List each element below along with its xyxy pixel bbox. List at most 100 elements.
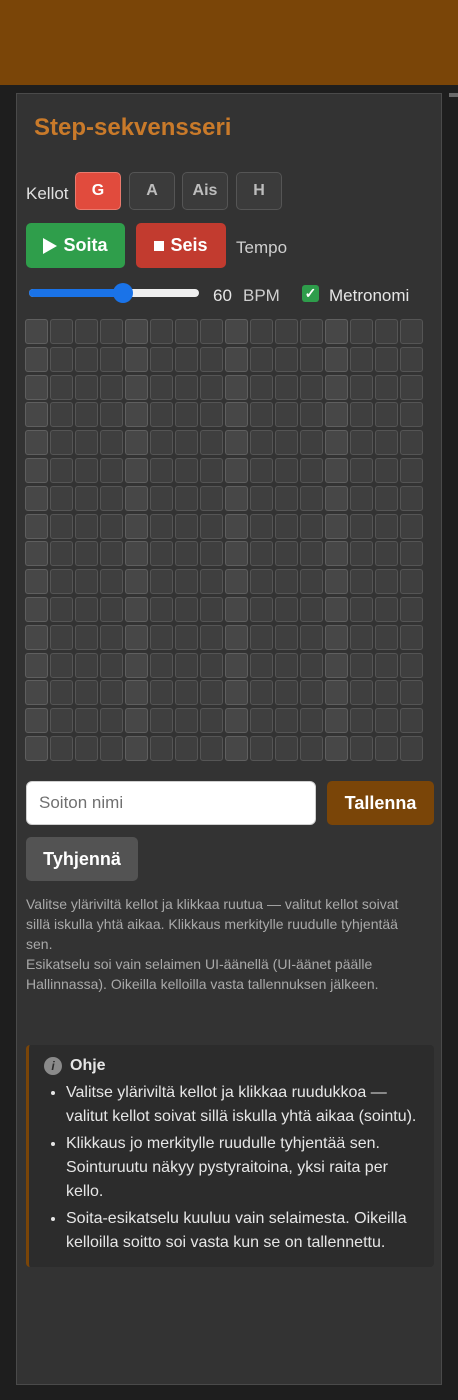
step-cell[interactable]	[125, 708, 148, 734]
step-cell[interactable]	[25, 457, 48, 483]
step-cell[interactable]	[125, 430, 148, 456]
step-cell[interactable]	[25, 569, 48, 595]
step-cell[interactable]	[100, 596, 123, 622]
step-cell[interactable]	[50, 319, 73, 344]
step-cell[interactable]	[100, 680, 123, 706]
step-cell[interactable]	[350, 430, 373, 456]
step-cell[interactable]	[325, 596, 348, 622]
step-cell[interactable]	[250, 541, 273, 567]
step-cell[interactable]	[300, 513, 323, 539]
step-cell[interactable]	[75, 624, 98, 650]
step-cell[interactable]	[375, 624, 398, 650]
step-cell[interactable]	[75, 430, 98, 456]
stop-button[interactable]: Seis	[136, 223, 226, 268]
step-cell[interactable]	[375, 430, 398, 456]
step-cell[interactable]	[250, 513, 273, 539]
step-cell[interactable]	[225, 680, 248, 706]
step-cell[interactable]	[275, 624, 298, 650]
step-cell[interactable]	[125, 374, 148, 400]
step-cell[interactable]	[325, 708, 348, 734]
step-cell[interactable]	[50, 513, 73, 539]
step-cell[interactable]	[325, 624, 348, 650]
step-cell[interactable]	[375, 708, 398, 734]
step-cell[interactable]	[325, 374, 348, 400]
step-cell[interactable]	[75, 569, 98, 595]
step-cell[interactable]	[200, 708, 223, 734]
step-cell[interactable]	[125, 319, 148, 344]
step-cell[interactable]	[200, 346, 223, 372]
step-cell[interactable]	[200, 457, 223, 483]
step-cell[interactable]	[300, 708, 323, 734]
step-cell[interactable]	[150, 569, 173, 595]
step-cell[interactable]	[75, 319, 98, 344]
step-cell[interactable]	[200, 624, 223, 650]
step-cell[interactable]	[350, 319, 373, 344]
step-cell[interactable]	[50, 735, 73, 761]
step-cell[interactable]	[100, 569, 123, 595]
step-cell[interactable]	[175, 485, 198, 511]
step-cell[interactable]	[200, 513, 223, 539]
step-cell[interactable]	[125, 402, 148, 428]
step-cell[interactable]	[250, 457, 273, 483]
step-cell[interactable]	[375, 541, 398, 567]
step-cell[interactable]	[100, 485, 123, 511]
step-cell[interactable]	[25, 680, 48, 706]
step-cell[interactable]	[75, 402, 98, 428]
step-cell[interactable]	[150, 541, 173, 567]
step-cell[interactable]	[100, 708, 123, 734]
step-cell[interactable]	[400, 652, 423, 678]
step-cell[interactable]	[175, 374, 198, 400]
step-cell[interactable]	[150, 735, 173, 761]
step-cell[interactable]	[400, 569, 423, 595]
step-cell[interactable]	[375, 735, 398, 761]
step-cell[interactable]	[400, 319, 423, 344]
step-cell[interactable]	[350, 485, 373, 511]
step-cell[interactable]	[275, 569, 298, 595]
step-cell[interactable]	[50, 541, 73, 567]
step-cell[interactable]	[300, 569, 323, 595]
step-cell[interactable]	[375, 402, 398, 428]
step-cell[interactable]	[275, 596, 298, 622]
step-cell[interactable]	[125, 596, 148, 622]
step-cell[interactable]	[225, 374, 248, 400]
step-cell[interactable]	[50, 402, 73, 428]
step-cell[interactable]	[200, 319, 223, 344]
step-cell[interactable]	[25, 652, 48, 678]
step-cell[interactable]	[25, 541, 48, 567]
step-cell[interactable]	[325, 652, 348, 678]
step-cell[interactable]	[250, 596, 273, 622]
step-cell[interactable]	[175, 319, 198, 344]
step-cell[interactable]	[75, 596, 98, 622]
step-cell[interactable]	[150, 652, 173, 678]
step-cell[interactable]	[150, 346, 173, 372]
step-cell[interactable]	[250, 402, 273, 428]
step-cell[interactable]	[375, 374, 398, 400]
step-cell[interactable]	[350, 652, 373, 678]
step-cell[interactable]	[150, 624, 173, 650]
step-cell[interactable]	[100, 735, 123, 761]
step-cell[interactable]	[150, 680, 173, 706]
step-cell[interactable]	[25, 513, 48, 539]
step-cell[interactable]	[350, 457, 373, 483]
step-cell[interactable]	[350, 735, 373, 761]
step-cell[interactable]	[375, 596, 398, 622]
step-cell[interactable]	[275, 708, 298, 734]
step-cell[interactable]	[50, 569, 73, 595]
step-cell[interactable]	[250, 735, 273, 761]
step-cell[interactable]	[25, 735, 48, 761]
step-cell[interactable]	[400, 708, 423, 734]
step-cell[interactable]	[125, 513, 148, 539]
step-cell[interactable]	[225, 485, 248, 511]
play-button[interactable]: Soita	[26, 223, 125, 268]
step-cell[interactable]	[175, 708, 198, 734]
step-cell[interactable]	[25, 624, 48, 650]
step-cell[interactable]	[225, 319, 248, 344]
step-cell[interactable]	[300, 652, 323, 678]
bell-button-g[interactable]: G	[75, 172, 121, 210]
step-cell[interactable]	[225, 430, 248, 456]
step-cell[interactable]	[25, 319, 48, 344]
step-cell[interactable]	[375, 346, 398, 372]
step-cell[interactable]	[50, 374, 73, 400]
step-cell[interactable]	[200, 485, 223, 511]
step-cell[interactable]	[375, 569, 398, 595]
